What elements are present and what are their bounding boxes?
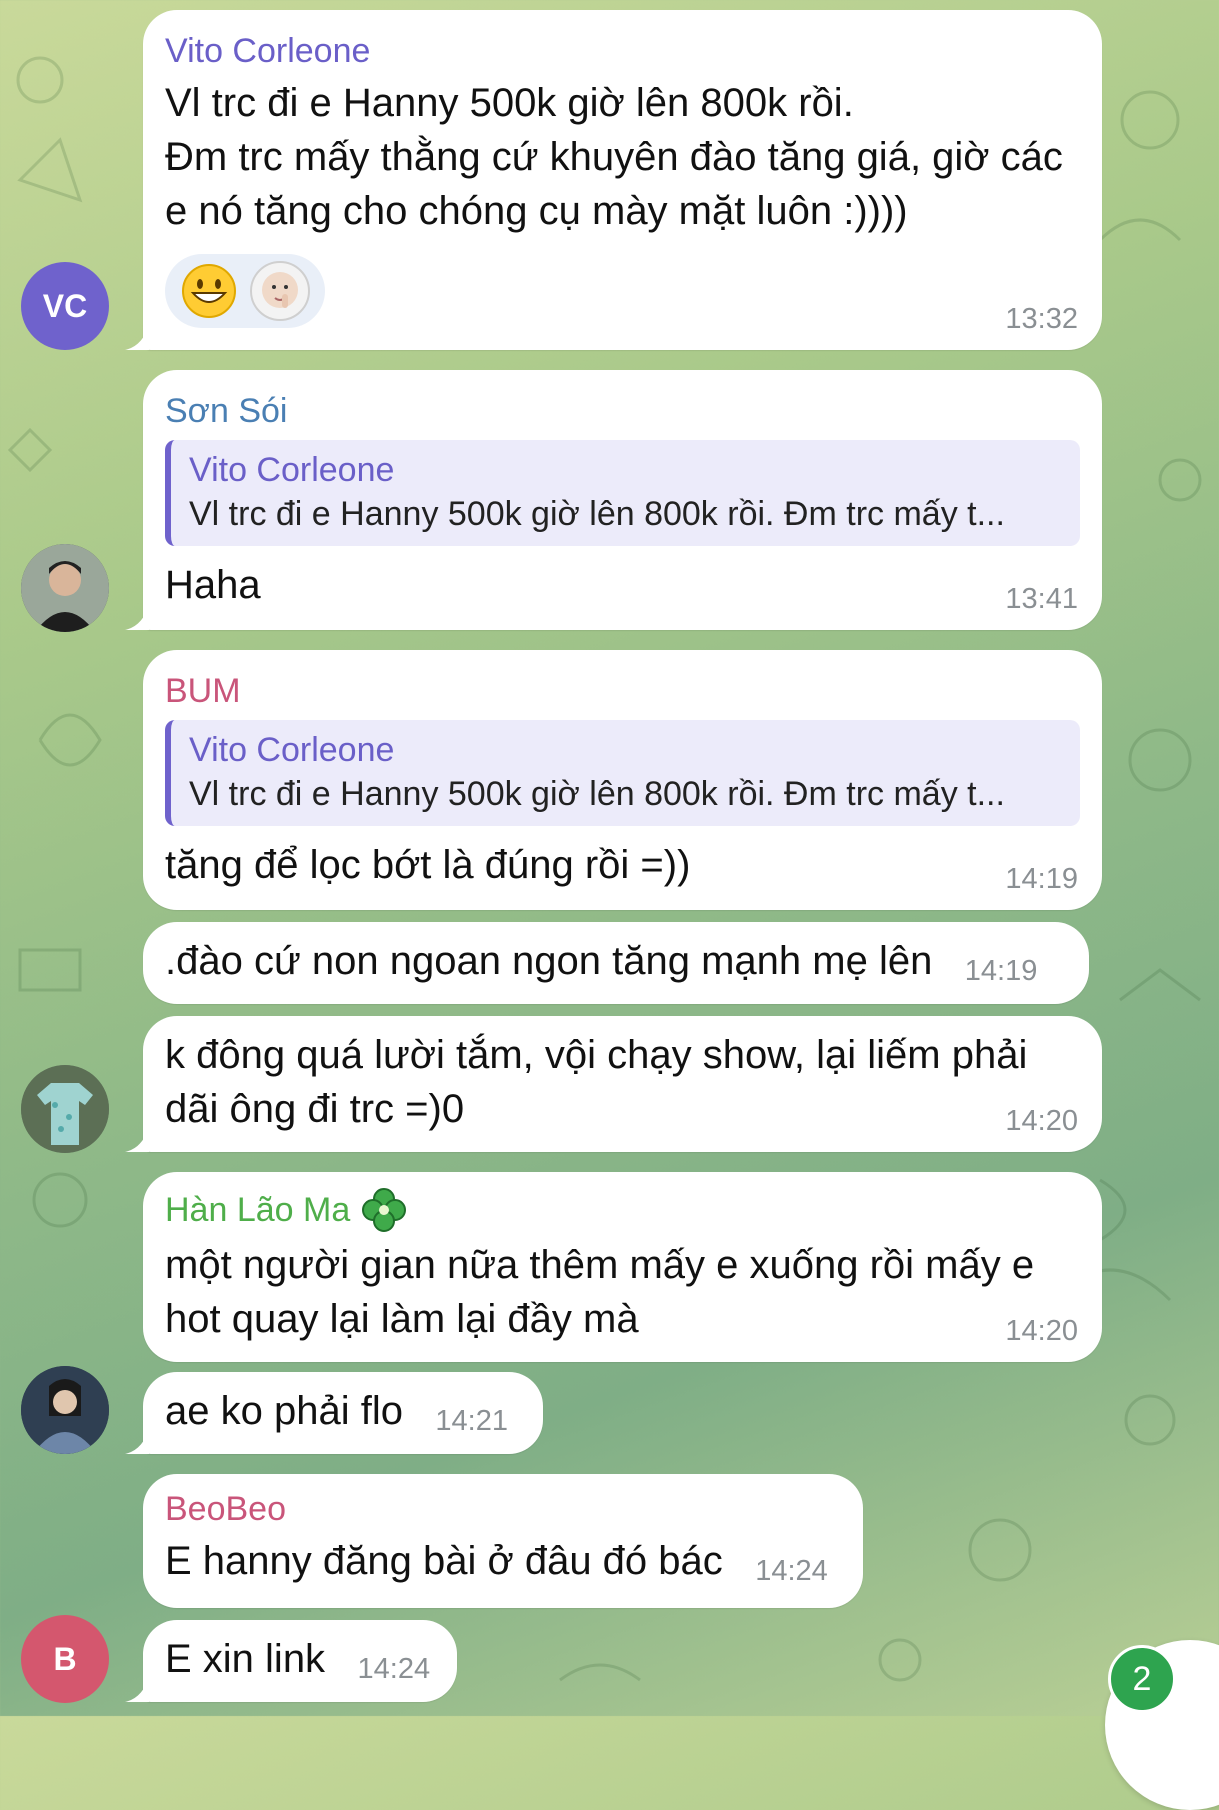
reply-text: Vl trc đi e Hanny 500k giờ lên 800k rồi.… (189, 495, 1005, 533)
message-bubble[interactable]: Vito Corleone Vl trc đi e Hanny 500k giờ… (125, 10, 1102, 350)
message-bubble[interactable]: E xin link 14:24 (125, 1620, 457, 1702)
sender-name[interactable]: Sơn Sói (165, 390, 1080, 432)
message-text: tăng để lọc bớt là đúng rồi =)) (165, 843, 691, 887)
avatar-beobeo[interactable]: B (21, 1615, 109, 1703)
message-text: Haha (165, 563, 261, 607)
avatar-initials: B (53, 1640, 77, 1677)
message-time: 14:24 (755, 1555, 828, 1587)
bubble-tail (125, 324, 149, 350)
message-bubble[interactable]: ae ko phải flo 14:21 (125, 1372, 543, 1454)
message-time: 14:21 (435, 1405, 508, 1437)
message-bubble[interactable]: BUM Vito Corleone Vl trc đi e Hanny 500k… (143, 650, 1102, 910)
avatar-bum[interactable] (21, 1065, 109, 1153)
profile-photo-icon (21, 1065, 109, 1153)
avatar-han-lao-ma[interactable] (21, 1366, 109, 1454)
message-text: một người gian nữa thêm mấy e xuống rồi … (165, 1243, 1046, 1341)
reply-quote[interactable]: Vito Corleone Vl trc đi e Hanny 500k giờ… (165, 440, 1080, 546)
reply-quote[interactable]: Vito Corleone Vl trc đi e Hanny 500k giờ… (165, 720, 1080, 826)
bubble-tail (125, 1428, 149, 1454)
message-bubble[interactable]: Sơn Sói Vito Corleone Vl trc đi e Hanny … (125, 370, 1102, 630)
message-text: .đào cứ non ngoan ngon tăng mạnh mẹ lên (165, 939, 933, 983)
message-bubble[interactable]: BeoBeo E hanny đăng bài ở đâu đó bác 14:… (143, 1474, 863, 1608)
sender-name[interactable]: BeoBeo (165, 1488, 841, 1530)
reply-text: Vl trc đi e Hanny 500k giờ lên 800k rồi.… (189, 775, 1005, 813)
sender-name[interactable]: Vito Corleone (165, 30, 1080, 72)
bubble-tail (125, 1126, 149, 1152)
message-bubble[interactable]: .đào cứ non ngoan ngon tăng mạnh mẹ lên … (143, 922, 1089, 1004)
avatar-son-soi[interactable] (21, 544, 109, 632)
message-time: 14:19 (1005, 863, 1078, 895)
message-time: 13:41 (1005, 583, 1078, 615)
avatar-vito[interactable]: VC (21, 262, 109, 350)
message-text: k đông quá lười tắm, vội chạy show, lại … (165, 1033, 1039, 1131)
message-text: E xin link (165, 1637, 326, 1681)
bubble-tail (125, 604, 149, 630)
message-time: 14:20 (1005, 1105, 1078, 1137)
grinning-emoji-icon[interactable] (181, 263, 237, 319)
reply-sender: Vito Corleone (189, 731, 395, 769)
bubble-tail (125, 1676, 149, 1702)
message-text: ae ko phải flo (165, 1389, 403, 1433)
message-time: 13:32 (1005, 303, 1078, 335)
message-text: Vl trc đi e Hanny 500k giờ lên 800k rồi.… (165, 81, 1063, 233)
profile-photo-icon (21, 1366, 109, 1454)
clover-badge-icon (362, 1188, 407, 1232)
reply-sender: Vito Corleone (189, 451, 395, 489)
message-bubble[interactable]: k đông quá lười tắm, vội chạy show, lại … (125, 1016, 1102, 1152)
message-time: 14:20 (1005, 1315, 1078, 1347)
baby-sticker-reaction-icon[interactable] (249, 260, 311, 322)
unread-count-badge[interactable]: 2 (1108, 1645, 1176, 1713)
sender-name-row: Hàn Lão Ma (165, 1186, 1080, 1234)
reactions-bar[interactable] (165, 254, 325, 328)
avatar-initials: VC (42, 287, 88, 324)
message-time: 14:24 (357, 1653, 431, 1685)
message-time: 14:19 (964, 955, 1038, 987)
profile-photo-icon (21, 544, 109, 632)
sender-name[interactable]: Hàn Lão Ma (165, 1189, 350, 1231)
sender-name[interactable]: BUM (165, 670, 1080, 712)
message-text: E hanny đăng bài ở đâu đó bác (165, 1539, 723, 1583)
message-bubble[interactable]: Hàn Lão Ma một người gian nữa thêm mấy e… (143, 1172, 1102, 1362)
